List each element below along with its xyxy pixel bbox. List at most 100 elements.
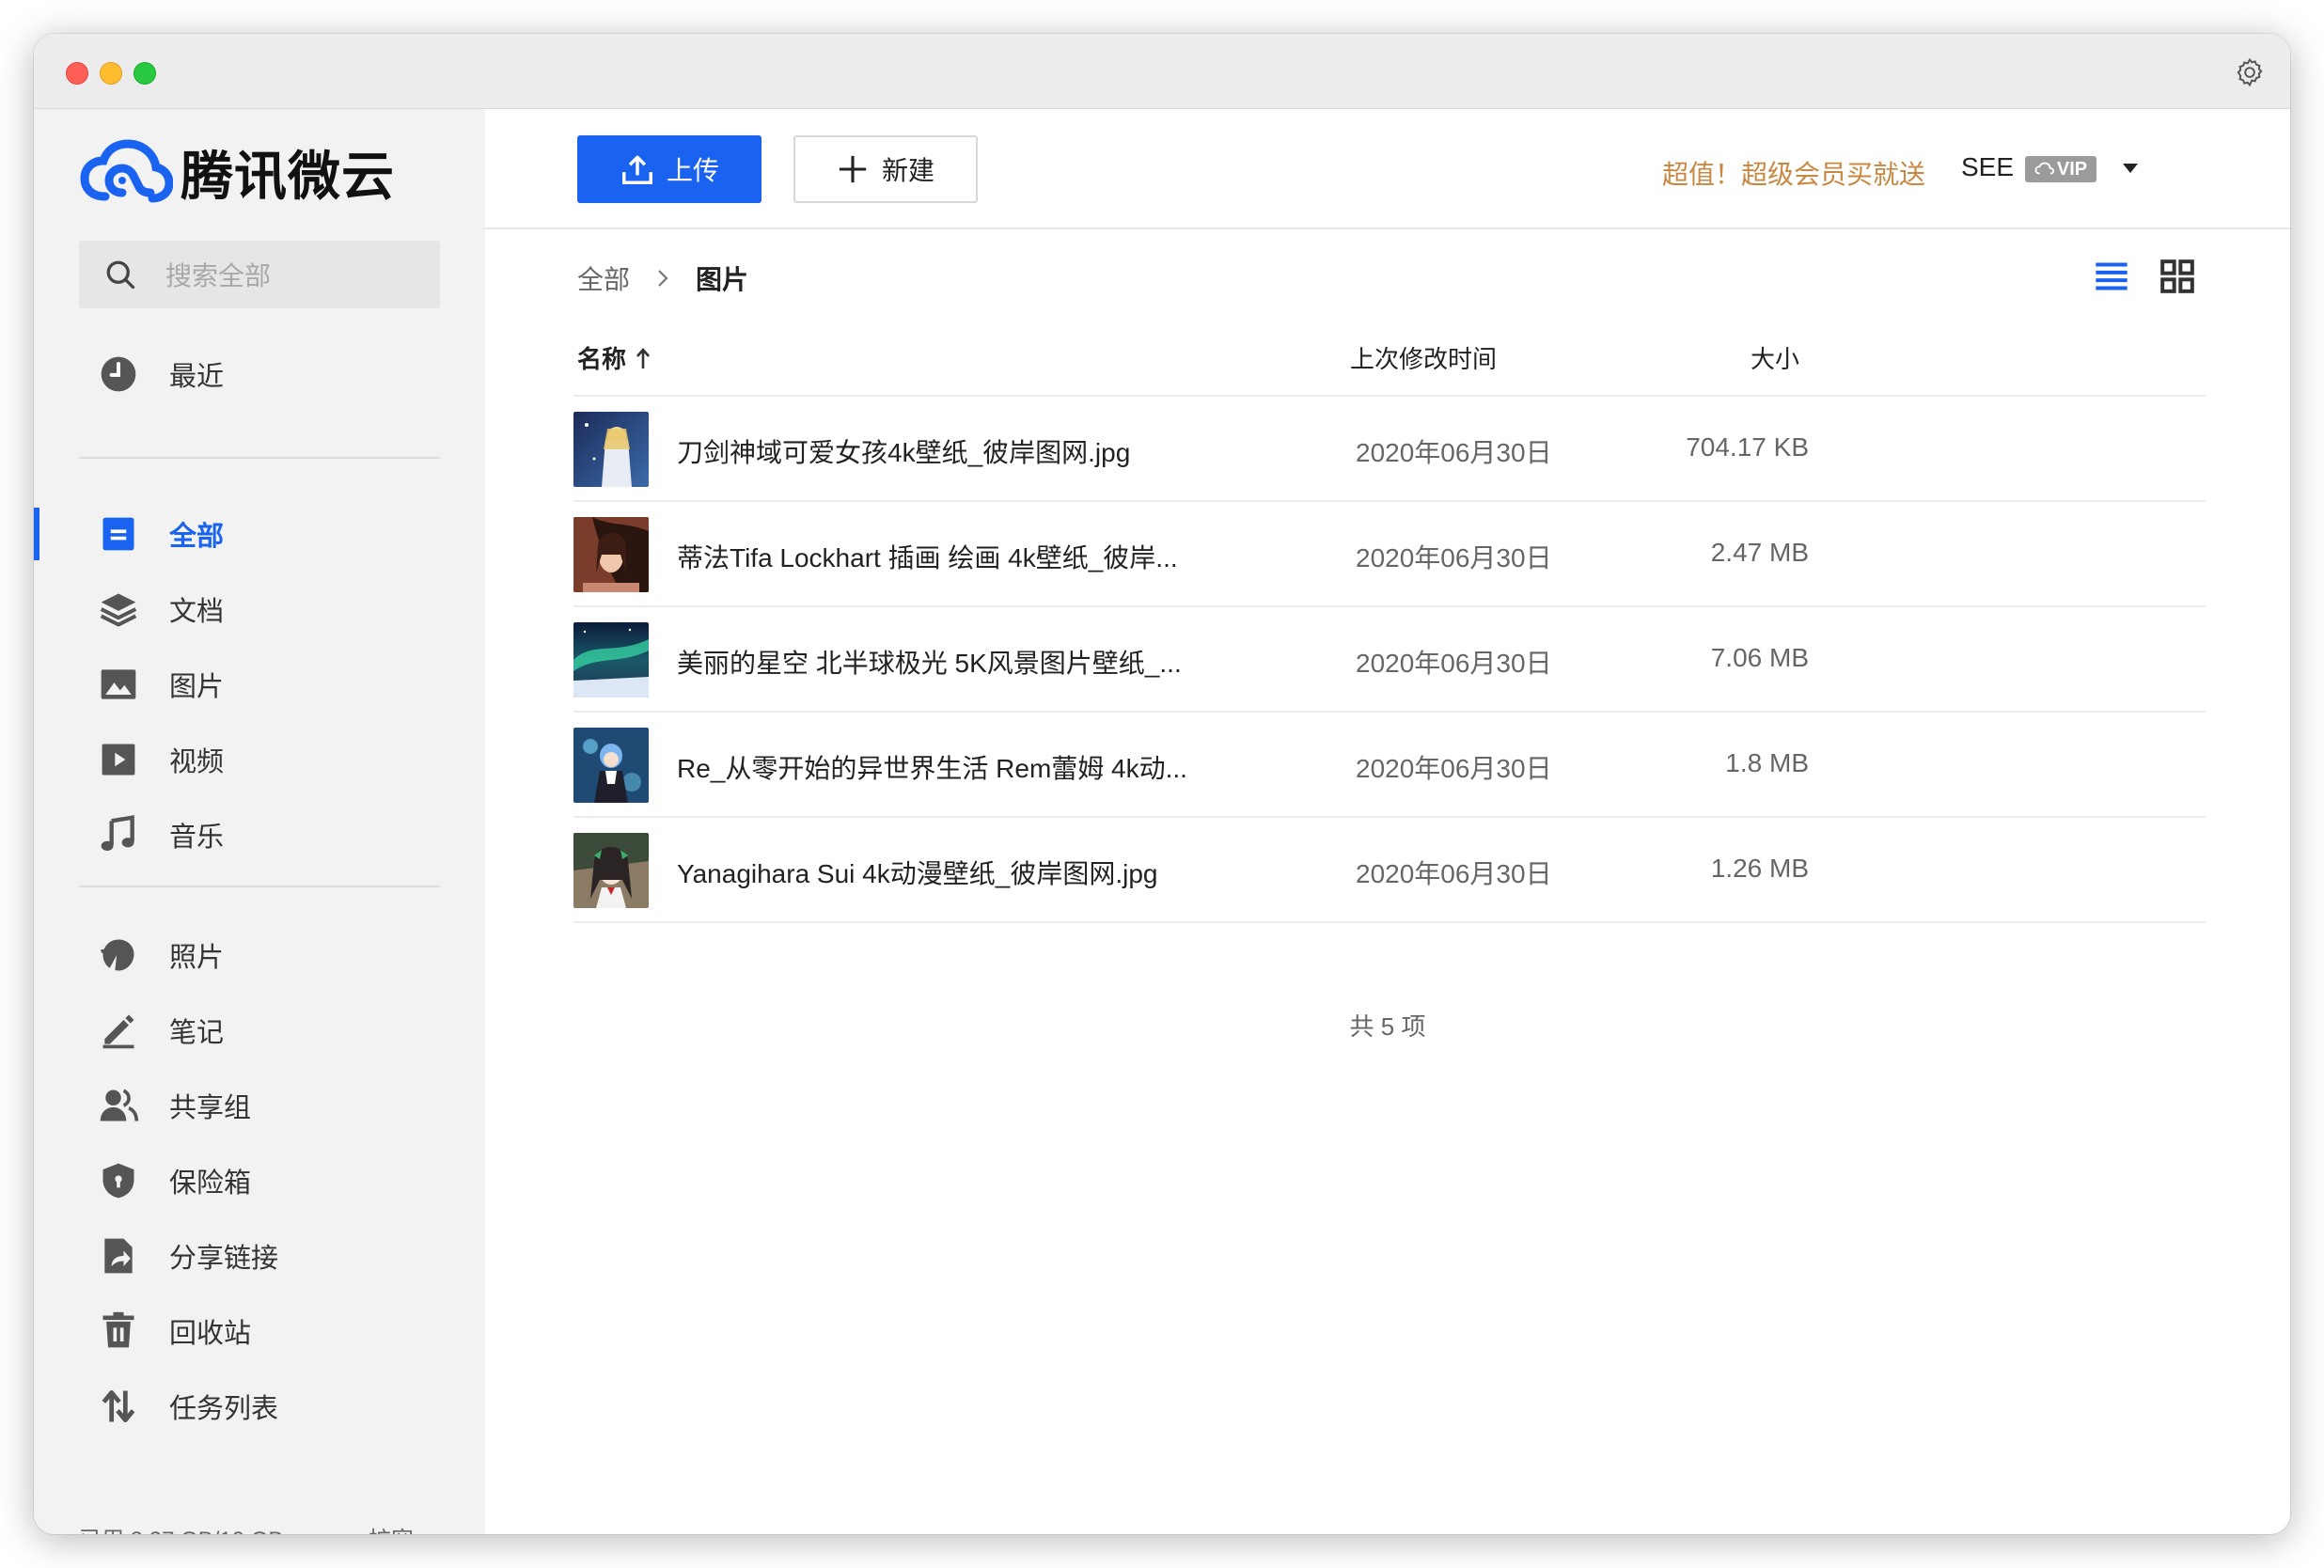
toolbar: 上传 新建 超值！超级会员买就送 SEE VIP [485, 109, 2290, 229]
sidebar-item-tasks[interactable]: 任务列表 [34, 1372, 485, 1440]
sidebar-item-label: 保险箱 [169, 1168, 252, 1199]
file-icon [102, 517, 134, 551]
sidebar-divider [79, 457, 440, 459]
play-icon [102, 744, 135, 776]
sidebar-item-label: 全部 [169, 522, 225, 552]
table-row[interactable]: 美丽的星空 北半球极光 5K风景图片壁纸_... 2020年06月30日 7.0… [573, 607, 2206, 713]
file-modified-date: 2020年06月30日 [1356, 543, 1552, 572]
sidebar-item-photos[interactable]: 照片 [34, 921, 485, 989]
table-row[interactable]: 刀剑神域可爱女孩4k壁纸_彼岸图网.jpg 2020年06月30日 704.17… [573, 397, 2206, 502]
column-header-size[interactable]: 大小 [1751, 340, 1799, 375]
sidebar-item-music[interactable]: 音乐 [34, 801, 485, 869]
title-bar [34, 34, 2290, 109]
gear-icon[interactable] [2234, 56, 2266, 88]
table-row[interactable]: 蒂法Tifa Lockhart 插画 绘画 4k壁纸_彼岸... 2020年06… [573, 502, 2206, 607]
file-thumbnail [573, 622, 649, 698]
close-window-button[interactable] [66, 62, 88, 85]
file-name[interactable]: Re_从零开始的异世界生活 Rem蕾姆 4k动... [677, 748, 1187, 786]
file-name[interactable]: 美丽的星空 北半球极光 5K风景图片壁纸_... [677, 643, 1182, 681]
minimize-window-button[interactable] [100, 62, 122, 85]
cloud-logo-icon [80, 139, 173, 203]
file-modified-date: 2020年06月30日 [1356, 649, 1552, 678]
photo-leaf-icon [100, 939, 134, 971]
upload-label: 上传 [666, 156, 719, 185]
sidebar-item-recent[interactable]: 最近 [34, 340, 485, 408]
file-size: 7.06 MB [1710, 643, 1809, 672]
search-icon [106, 260, 135, 290]
sidebar-item-label: 照片 [169, 943, 225, 973]
sidebar-item-all[interactable]: 全部 [34, 500, 485, 568]
file-name[interactable]: 蒂法Tifa Lockhart 插画 绘画 4k壁纸_彼岸... [677, 538, 1178, 575]
item-count: 共 5 项 [1349, 1012, 1426, 1041]
sidebar-item-label: 最近 [169, 362, 225, 392]
sort-arrow-up-icon [636, 347, 651, 368]
user-name[interactable]: SEE [1961, 152, 2014, 182]
music-note-icon [101, 815, 134, 852]
file-name[interactable]: Yanagihara Sui 4k动漫壁纸_彼岸图网.jpg [677, 854, 1157, 891]
file-thumbnail [573, 412, 649, 487]
zoom-window-button[interactable] [133, 62, 156, 85]
cloud-badge-icon [2034, 162, 2054, 175]
upload-icon [621, 155, 652, 184]
sidebar-item-label: 视频 [169, 747, 225, 777]
sidebar-item-vault[interactable]: 保险箱 [34, 1147, 485, 1215]
pencil-icon [102, 1014, 134, 1049]
layers-icon [100, 593, 137, 627]
plus-icon [839, 155, 867, 183]
table-row[interactable]: Re_从零开始的异世界生活 Rem蕾姆 4k动... 2020年06月30日 1… [573, 713, 2206, 818]
grid-view-icon[interactable] [2159, 258, 2196, 295]
breadcrumb-root[interactable]: 全部 [577, 259, 630, 297]
chevron-down-icon[interactable] [2121, 162, 2140, 175]
column-header-modified[interactable]: 上次修改时间 [1350, 340, 1497, 375]
file-thumbnail [573, 728, 649, 803]
sidebar-item-docs[interactable]: 文档 [34, 575, 485, 643]
sidebar-item-label: 音乐 [169, 823, 225, 853]
file-name[interactable]: 刀剑神域可爱女孩4k壁纸_彼岸图网.jpg [677, 432, 1130, 470]
file-thumbnail [573, 833, 649, 908]
sidebar-item-label: 任务列表 [169, 1394, 279, 1424]
upload-button[interactable]: 上传 [577, 135, 762, 203]
sidebar-item-label: 分享链接 [169, 1244, 279, 1274]
breadcrumb-current: 图片 [696, 265, 749, 294]
image-icon [101, 669, 136, 699]
transfer-icon [102, 1389, 135, 1423]
breadcrumb: 全部 图片 [577, 259, 748, 297]
sidebar-item-share-group[interactable]: 共享组 [34, 1072, 485, 1139]
file-modified-date: 2020年06月30日 [1356, 754, 1552, 783]
file-thumbnail [573, 517, 649, 592]
vip-badge: VIP [2025, 156, 2096, 182]
vip-badge-text: VIP [2056, 158, 2088, 180]
sidebar-item-recycle[interactable]: 回收站 [34, 1297, 485, 1365]
list-view-icon[interactable] [2093, 258, 2130, 295]
app-logo: 腾讯微云 [79, 130, 395, 214]
sidebar-item-video[interactable]: 视频 [34, 726, 485, 793]
new-button[interactable]: 新建 [793, 135, 978, 203]
column-header-name-label: 名称 [577, 345, 627, 373]
chevron-right-icon [658, 270, 668, 287]
shield-icon [102, 1163, 134, 1199]
file-modified-date: 2020年06月30日 [1356, 859, 1552, 888]
sidebar: 腾讯微云 搜索全部 最近 全部 文档 图片 视频 音乐 照片 笔记 共享组 保险… [34, 109, 485, 1534]
sidebar-item-notes[interactable]: 笔记 [34, 996, 485, 1064]
search-input[interactable]: 搜索全部 [79, 241, 440, 308]
app-window: 腾讯微云 搜索全部 最近 全部 文档 图片 视频 音乐 照片 笔记 共享组 保险… [34, 34, 2290, 1534]
sidebar-item-label: 回收站 [169, 1319, 252, 1349]
column-header-name[interactable]: 名称 [577, 340, 652, 375]
file-size: 704.17 KB [1686, 432, 1809, 462]
sidebar-item-images[interactable]: 图片 [34, 651, 485, 718]
search-placeholder: 搜索全部 [165, 261, 272, 290]
sidebar-item-label: 笔记 [169, 1018, 225, 1048]
sidebar-item-share-links[interactable]: 分享链接 [34, 1222, 485, 1290]
vip-promo-link[interactable]: 超值！超级会员买就送 [1662, 154, 1925, 192]
sidebar-item-label: 共享组 [169, 1093, 252, 1123]
table-row[interactable]: Yanagihara Sui 4k动漫壁纸_彼岸图网.jpg 2020年06月3… [573, 818, 2206, 923]
clock-icon [101, 356, 136, 392]
share-link-icon [104, 1238, 133, 1274]
new-label: 新建 [881, 156, 934, 185]
expand-label: 扩容 [369, 1528, 414, 1534]
file-modified-date: 2020年06月30日 [1356, 438, 1552, 467]
main-panel: 上传 新建 超值！超级会员买就送 SEE VIP 全部 图片 名称 上次修改时间… [485, 109, 2290, 1534]
file-size: 1.8 MB [1725, 748, 1809, 777]
app-name: 腾讯微云 [181, 146, 395, 206]
expand-storage-link[interactable]: 扩容 › [369, 1521, 428, 1534]
